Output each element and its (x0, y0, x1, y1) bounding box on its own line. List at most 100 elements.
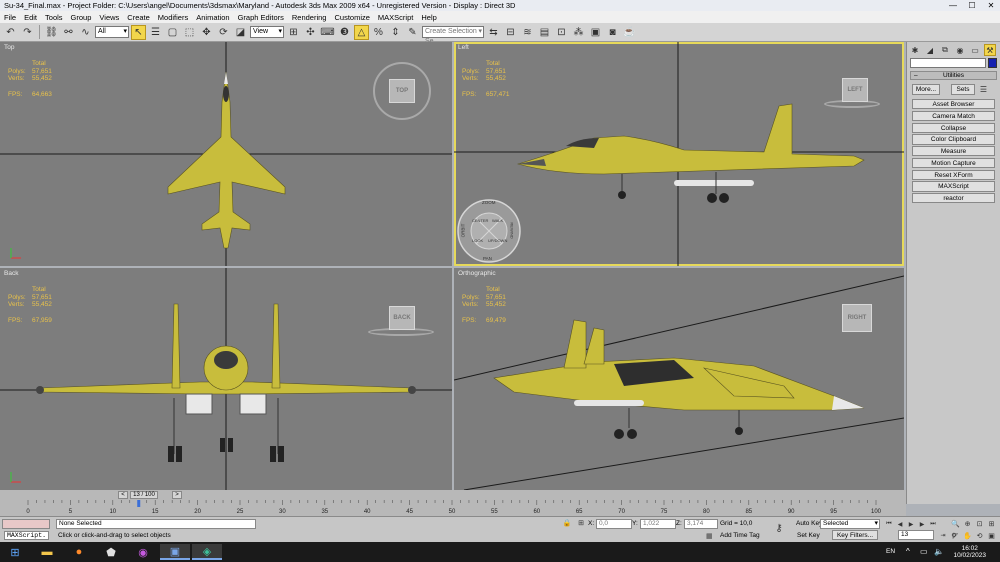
collapse-button[interactable]: Collapse (912, 122, 995, 133)
close-button[interactable]: ✕ (982, 0, 1000, 11)
key-mode-icon[interactable]: ⇥ (938, 530, 948, 540)
configure-sets-icon[interactable]: ☰ (978, 84, 989, 95)
viewport-label[interactable]: Top (4, 44, 14, 51)
windows-start-icon[interactable]: ⊞ (0, 544, 30, 560)
select-manipulate-icon[interactable]: ✣ (303, 25, 318, 40)
utilities-tab-icon[interactable]: ⚒ (984, 44, 996, 56)
key-set-dropdown[interactable]: Selected (820, 519, 880, 529)
unlink-icon[interactable]: ⚯ (61, 25, 76, 40)
zoom-extents-icon[interactable]: ⊡ (974, 518, 985, 529)
volume-icon[interactable]: 🔈 (934, 547, 944, 556)
align-icon[interactable]: ⊟ (503, 25, 518, 40)
zoom-icon[interactable]: 🔍 (950, 518, 961, 529)
maxscript-button[interactable]: MAXScript (912, 181, 995, 192)
keyboard-shortcut-icon[interactable]: ⌨ (320, 25, 335, 40)
modify-tab-icon[interactable]: ◢ (924, 44, 936, 56)
render-setup-icon[interactable]: ▣ (588, 25, 603, 40)
time-tag-icon[interactable]: ▦ (706, 532, 713, 540)
viewcube[interactable]: TOP (389, 79, 415, 103)
3dsmax-taskbar-icon[interactable]: ▣ (160, 544, 190, 560)
menu-tools[interactable]: Tools (41, 13, 67, 22)
bind-spacewarp-icon[interactable]: ∿ (78, 25, 93, 40)
menu-group[interactable]: Group (67, 13, 96, 22)
time-slider[interactable]: 13 / 100 (130, 491, 158, 499)
ref-coord-dropdown[interactable]: View (250, 26, 284, 38)
field-of-view-icon[interactable]: ◸ (950, 530, 961, 541)
menu-rendering[interactable]: Rendering (288, 13, 331, 22)
pivot-center-icon[interactable]: ⊞ (286, 25, 301, 40)
wheel-orbit-label[interactable]: ORBIT (460, 224, 465, 238)
menu-modifiers[interactable]: Modifiers (154, 13, 192, 22)
file-explorer-icon[interactable]: ▬ (32, 544, 62, 560)
app-taskbar-icon[interactable]: ◈ (192, 544, 222, 560)
motion-capture-button[interactable]: Motion Capture (912, 157, 995, 169)
layer-manager-icon[interactable]: ≋ (520, 25, 535, 40)
reactor-button[interactable]: reactor (912, 193, 995, 204)
curve-editor-icon[interactable]: ▤ (537, 25, 552, 40)
viewport-back[interactable]: Back Total Polys: 57,651 Verts: 55,452 FPS… (0, 268, 452, 490)
z-coord-field[interactable]: 3,174 (684, 519, 718, 529)
angle-snap-icon[interactable]: △ (354, 24, 369, 40)
set-key-button[interactable]: Set Key (797, 532, 820, 539)
maximize-button[interactable]: ☐ (963, 0, 981, 11)
network-icon[interactable]: ▭ (920, 547, 928, 556)
play-icon[interactable]: ▶ (906, 519, 916, 529)
quick-render-icon[interactable]: ☕ (622, 25, 637, 40)
menu-views[interactable]: Views (95, 13, 123, 22)
viewcube[interactable]: BACK (389, 306, 415, 330)
window-crossing-icon[interactable]: ⬚ (182, 25, 197, 40)
viewcube[interactable]: LEFT (842, 78, 868, 102)
current-frame-field[interactable]: 13 (898, 530, 934, 540)
hierarchy-tab-icon[interactable]: ⧉ (939, 44, 951, 56)
selection-lock-icon[interactable]: 🔒 (562, 518, 572, 528)
go-to-end-icon[interactable]: ⏭ (928, 519, 938, 529)
key-filters-button[interactable]: Key Filters... (832, 530, 878, 540)
link-icon[interactable]: ⛓ (44, 25, 59, 40)
next-key-icon[interactable]: ▶ (917, 519, 927, 529)
auto-key-button[interactable]: Auto Key (796, 520, 822, 527)
minimize-button[interactable]: — (944, 0, 962, 11)
pan-view-icon[interactable]: ✋ (962, 530, 973, 541)
wheel-look-label[interactable]: LOOK (472, 238, 483, 243)
maximize-viewport-icon[interactable]: ▣ (986, 530, 997, 541)
viewcube[interactable]: RIGHT (842, 304, 872, 332)
move-icon[interactable]: ✥ (199, 25, 214, 40)
zoom-all-icon[interactable]: ⊕ (962, 518, 973, 529)
object-name-input[interactable] (910, 58, 986, 68)
named-selection-edit-icon[interactable]: ✎ (405, 25, 420, 40)
select-by-name-icon[interactable]: ☰ (148, 25, 163, 40)
menu-customize[interactable]: Customize (330, 13, 373, 22)
viewport-label[interactable]: Back (4, 270, 18, 277)
color-clipboard-button[interactable]: Color Clipboard (912, 134, 995, 145)
rect-selection-icon[interactable]: ▢ (165, 25, 180, 40)
redo-icon[interactable]: ↷ (20, 25, 35, 40)
prev-key-icon[interactable]: ◀ (895, 519, 905, 529)
motion-tab-icon[interactable]: ◉ (954, 44, 966, 56)
wheel-walk-label[interactable]: WALK (492, 218, 503, 223)
x-coord-field[interactable]: 0,0 (596, 519, 632, 529)
menu-help[interactable]: Help (417, 13, 440, 22)
object-color-swatch[interactable] (988, 58, 997, 68)
rotate-icon[interactable]: ⟳ (216, 25, 231, 40)
viewport-label[interactable]: Orthographic (458, 270, 496, 277)
menu-create[interactable]: Create (123, 13, 154, 22)
asset-browser-button[interactable]: Asset Browser (912, 99, 995, 110)
selection-filter-dropdown[interactable]: All (95, 26, 129, 38)
wheel-center-label[interactable]: CENTER (472, 218, 488, 223)
utilities-rollout-header[interactable]: Utilities (910, 71, 997, 80)
percent-snap-icon[interactable]: % (371, 25, 386, 40)
absolute-mode-icon[interactable]: ⊞ (576, 518, 586, 528)
render-frame-icon[interactable]: ◙ (605, 25, 620, 40)
menu-edit[interactable]: Edit (20, 13, 41, 22)
y-coord-field[interactable]: 1,022 (640, 519, 676, 529)
go-to-start-icon[interactable]: ⏮ (884, 519, 894, 529)
more-button[interactable]: More... (912, 84, 940, 95)
key-icon[interactable]: ⚷ (772, 521, 786, 535)
chat-app-icon[interactable]: ◉ (128, 544, 158, 560)
maxscript-listener-mini[interactable] (2, 519, 50, 529)
camera-match-button[interactable]: Camera Match (912, 110, 995, 121)
menu-animation[interactable]: Animation (192, 13, 233, 22)
measure-button[interactable]: Measure (912, 146, 995, 157)
spinner-snap-icon[interactable]: ⇕ (388, 25, 403, 40)
material-editor-icon[interactable]: ⁂ (571, 25, 586, 40)
